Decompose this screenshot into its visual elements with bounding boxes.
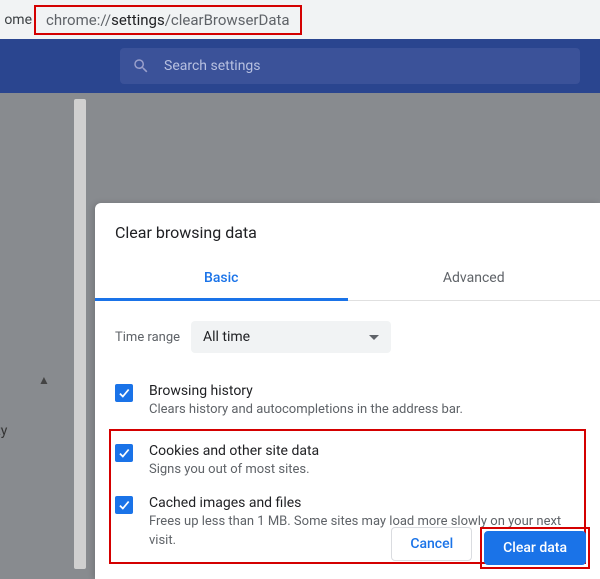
- search-input[interactable]: [164, 58, 568, 74]
- url-prefix: chrome://: [46, 11, 111, 29]
- scrollbar[interactable]: [74, 99, 86, 569]
- option-desc: Signs you out of most sites.: [149, 461, 580, 479]
- url-path: /clearBrowserData: [165, 11, 290, 29]
- time-range-value: All time: [203, 329, 250, 345]
- home-button-label[interactable]: ome: [0, 12, 32, 28]
- dialog-body: Time range All time Browsing history Cle…: [95, 301, 600, 564]
- time-range-label: Time range: [115, 330, 191, 345]
- tab-advanced[interactable]: Advanced: [348, 260, 600, 300]
- checkbox-browsing-history[interactable]: [115, 384, 133, 402]
- time-range-row: Time range All time: [115, 321, 580, 353]
- dialog-title: Clear browsing data: [95, 223, 600, 260]
- option-title: Browsing history: [149, 383, 580, 399]
- url-field[interactable]: chrome://settings/clearBrowserData: [34, 5, 302, 35]
- url-host: settings: [111, 11, 165, 29]
- address-bar: ome chrome://settings/clearBrowserData: [0, 0, 600, 39]
- highlight-box: Clear data: [480, 527, 590, 569]
- clear-browsing-data-dialog: Clear browsing data Basic Advanced Time …: [95, 203, 600, 579]
- option-title: Cached images and files: [149, 495, 580, 511]
- settings-header: [0, 39, 600, 93]
- sidebar-item-security[interactable]: rity: [0, 423, 7, 439]
- clear-data-button[interactable]: Clear data: [484, 531, 586, 565]
- option-cookies: Cookies and other site data Signs you ou…: [115, 435, 580, 487]
- search-icon: [132, 57, 150, 75]
- dialog-tabs: Basic Advanced: [95, 260, 600, 301]
- chevron-down-icon: [369, 335, 379, 340]
- checkbox-cookies[interactable]: [115, 444, 133, 462]
- dialog-footer: Cancel Clear data: [391, 527, 590, 569]
- time-range-select[interactable]: All time: [191, 321, 391, 353]
- tab-basic[interactable]: Basic: [95, 260, 348, 301]
- option-browsing-history: Browsing history Clears history and auto…: [115, 375, 580, 427]
- checkbox-cache[interactable]: [115, 496, 133, 514]
- option-title: Cookies and other site data: [149, 443, 580, 459]
- option-desc: Clears history and autocompletions in th…: [149, 401, 580, 419]
- search-settings-field[interactable]: [120, 48, 580, 84]
- chevron-up-icon[interactable]: ▲: [30, 373, 58, 395]
- cancel-button[interactable]: Cancel: [391, 527, 472, 561]
- content-backdrop: ▲ ▲ rity Clear browsing data Basic Advan…: [0, 93, 600, 579]
